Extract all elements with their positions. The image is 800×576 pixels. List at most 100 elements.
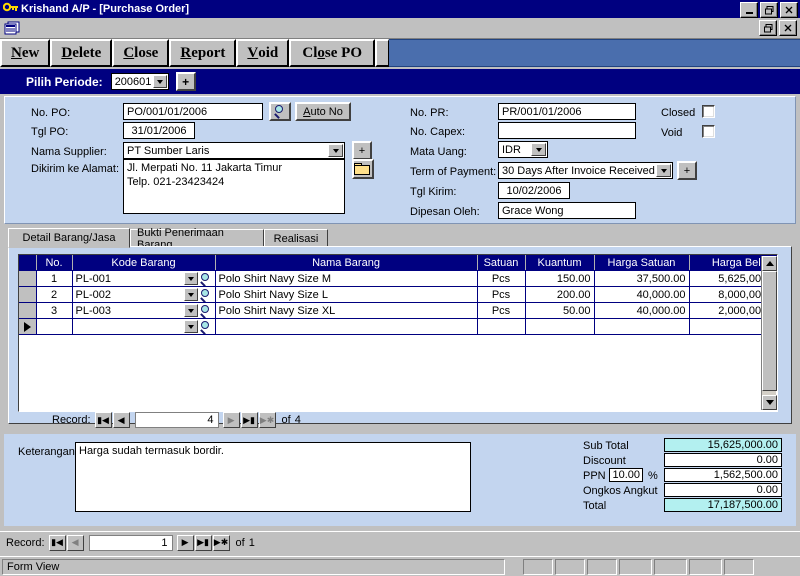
search-icon[interactable] xyxy=(199,272,214,286)
form-record-number-input[interactable]: 1 xyxy=(88,534,173,551)
report-button[interactable]: Report xyxy=(169,39,237,67)
cell-nama-barang[interactable]: Polo Shirt Navy Size L xyxy=(215,286,478,303)
add-supplier-button[interactable]: + xyxy=(352,141,372,160)
table-row[interactable]: 1 PL-001 Polo Shirt Navy Size M Pcs 150.… xyxy=(19,270,777,287)
row-selector[interactable] xyxy=(19,270,37,287)
cell-kuantum[interactable] xyxy=(525,318,595,335)
column-header-satuan[interactable]: Satuan xyxy=(477,255,526,271)
chevron-down-icon[interactable] xyxy=(152,75,167,88)
chevron-down-icon[interactable] xyxy=(183,304,198,317)
column-header-no[interactable]: No. xyxy=(36,255,73,271)
cell-satuan[interactable]: Pcs xyxy=(477,270,526,287)
form-last-record-button[interactable]: ▶▮ xyxy=(194,534,212,551)
close-form-button[interactable]: Close xyxy=(112,39,170,67)
cell-satuan[interactable]: Pcs xyxy=(477,286,526,303)
grid-record-number-input[interactable]: 4 xyxy=(134,412,219,428)
close-po-button[interactable]: Cl o se PO xyxy=(289,39,376,67)
column-header-harga-satuan[interactable]: Harga Satuan xyxy=(594,255,690,271)
chevron-down-icon[interactable] xyxy=(183,320,198,333)
cell-kode-barang[interactable]: PL-001 xyxy=(72,270,216,287)
row-selector[interactable] xyxy=(19,302,37,319)
scroll-up-button[interactable] xyxy=(762,256,777,271)
nama-supplier-select[interactable]: PT Sumber Laris xyxy=(123,142,345,159)
void-button[interactable]: Void xyxy=(236,39,290,67)
current-row-marker[interactable] xyxy=(19,318,37,335)
auto-no-button[interactable]: Auto No xyxy=(295,102,351,121)
term-of-payment-select[interactable]: 30 Days After Invoice Received xyxy=(498,162,673,179)
cell-nama-barang[interactable]: Polo Shirt Navy Size XL xyxy=(215,302,478,319)
form-new-record-button[interactable]: ▶✱ xyxy=(212,534,230,551)
cell-kode-barang[interactable]: PL-002 xyxy=(72,286,216,303)
browse-address-button[interactable] xyxy=(352,159,374,179)
search-icon[interactable] xyxy=(199,288,214,302)
column-header-kuantum[interactable]: Kuantum xyxy=(525,255,595,271)
dipesan-oleh-input[interactable]: Grace Wong xyxy=(498,202,636,219)
new-button[interactable]: New xyxy=(0,39,51,67)
tab-bukti-penerimaan-barang[interactable]: Bukti Penerimaan Barang xyxy=(130,227,264,251)
cell-kuantum[interactable]: 200.00 xyxy=(525,286,595,303)
no-pr-input[interactable]: PR/001/01/2006 xyxy=(498,103,636,120)
table-row[interactable]: 2 PL-002 Polo Shirt Navy Size L Pcs 200.… xyxy=(19,286,777,303)
tgl-po-input[interactable]: 31/01/2006 xyxy=(123,122,195,139)
scroll-down-button[interactable] xyxy=(762,395,777,410)
column-header-nama-barang[interactable]: Nama Barang xyxy=(215,255,478,271)
cell-harga-satuan[interactable]: 40,000.00 xyxy=(594,286,690,303)
column-header-kode-barang[interactable]: Kode Barang xyxy=(72,255,216,271)
chevron-down-icon[interactable] xyxy=(183,272,198,285)
no-po-lookup-button[interactable] xyxy=(269,102,291,121)
cell-kode-barang[interactable]: PL-003 xyxy=(72,302,216,319)
no-po-input[interactable]: PO/001/01/2006 xyxy=(123,103,263,120)
grid-new-record-button[interactable]: ▶✱ xyxy=(258,412,276,428)
minimize-button[interactable] xyxy=(740,2,758,18)
ppn-rate-input[interactable]: 10.00 xyxy=(609,468,643,482)
discount-value[interactable]: 0.00 xyxy=(664,453,782,467)
chevron-down-icon[interactable] xyxy=(531,143,546,156)
cell-nama-barang[interactable]: Polo Shirt Navy Size M xyxy=(215,270,478,287)
void-checkbox[interactable] xyxy=(702,125,715,138)
alamat-textarea[interactable]: Jl. Merpati No. 11 Jakarta Timur Telp. 0… xyxy=(123,159,345,214)
chevron-down-icon[interactable] xyxy=(183,288,198,301)
cell-satuan[interactable] xyxy=(477,318,526,335)
form-prev-record-button[interactable]: ◀ xyxy=(66,534,84,551)
form-next-record-button[interactable]: ▶ xyxy=(176,534,194,551)
period-select[interactable]: 200601 xyxy=(110,73,169,90)
cell-kode-barang[interactable] xyxy=(72,318,216,335)
table-row[interactable]: 3 PL-003 Polo Shirt Navy Size XL Pcs 50.… xyxy=(19,302,777,319)
scroll-thumb[interactable] xyxy=(762,271,777,391)
chevron-down-icon[interactable] xyxy=(328,144,343,157)
grid-first-record-button[interactable]: ▮◀ xyxy=(94,412,112,428)
cell-harga-satuan[interactable]: 40,000.00 xyxy=(594,302,690,319)
delete-button[interactable]: Delete xyxy=(50,39,113,67)
chevron-down-icon[interactable] xyxy=(656,164,671,177)
tgl-kirim-input[interactable]: 10/02/2006 xyxy=(498,182,570,199)
tab-realisasi[interactable]: Realisasi xyxy=(264,229,328,247)
no-capex-input[interactable] xyxy=(498,122,636,139)
search-icon[interactable] xyxy=(199,320,214,334)
cell-harga-satuan[interactable]: 37,500.00 xyxy=(594,270,690,287)
mata-uang-select[interactable]: IDR xyxy=(498,141,548,158)
mdi-close-button[interactable] xyxy=(779,20,797,36)
add-term-of-payment-button[interactable]: + xyxy=(677,161,697,180)
grid-prev-record-button[interactable]: ◀ xyxy=(112,412,130,428)
closed-checkbox[interactable] xyxy=(702,105,715,118)
cell-harga-satuan[interactable] xyxy=(594,318,690,335)
cell-satuan[interactable]: Pcs xyxy=(477,302,526,319)
cell-nama-barang[interactable] xyxy=(215,318,478,335)
add-period-button[interactable]: + xyxy=(175,72,196,91)
cell-kuantum[interactable]: 50.00 xyxy=(525,302,595,319)
grid-last-record-button[interactable]: ▶▮ xyxy=(240,412,258,428)
row-selector[interactable] xyxy=(19,286,37,303)
cell-kuantum[interactable]: 150.00 xyxy=(525,270,595,287)
grid-next-record-button[interactable]: ▶ xyxy=(222,412,240,428)
restore-button[interactable] xyxy=(760,2,778,18)
table-row-new[interactable] xyxy=(19,318,777,335)
form-of-label: of xyxy=(235,536,245,549)
tab-detail-barang-jasa[interactable]: Detail Barang/Jasa xyxy=(8,228,130,248)
search-icon[interactable] xyxy=(199,304,214,318)
ongkos-angkut-value[interactable]: 0.00 xyxy=(664,483,782,497)
grid-vertical-scrollbar[interactable] xyxy=(761,256,777,410)
mdi-restore-button[interactable] xyxy=(759,20,777,36)
keterangan-textarea[interactable]: Harga sudah termasuk bordir. xyxy=(75,442,471,512)
form-first-record-button[interactable]: ▮◀ xyxy=(48,534,66,551)
close-button[interactable] xyxy=(780,2,798,18)
